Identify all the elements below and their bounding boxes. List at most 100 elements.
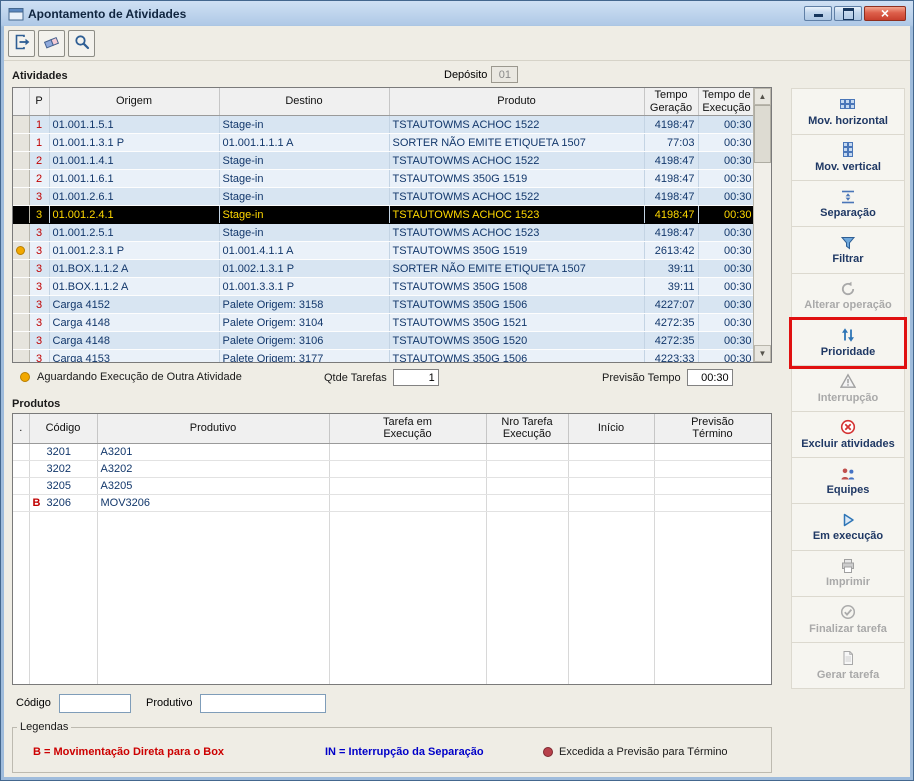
activity-row[interactable]: 3 Carga 4148 Palete Origem: 3104 TSTAUTO… xyxy=(13,313,756,333)
sidebar-button-prioridade[interactable]: Prioridade xyxy=(789,316,907,369)
qtde-tarefas-group: Qtde Tarefas xyxy=(324,369,439,386)
activity-row[interactable]: 1 01.001.1.5.1 Stage-in TSTAUTOWMS ACHOC… xyxy=(13,115,756,135)
activity-row[interactable]: 3 Carga 4148 Palete Origem: 3106 TSTAUTO… xyxy=(13,331,756,351)
tempo-geracao-cell: 4198:47 xyxy=(644,151,699,171)
activity-row[interactable]: 3 01.001.2.5.1 Stage-in TSTAUTOWMS ACHOC… xyxy=(13,223,756,243)
activity-row[interactable]: 3 01.001.2.6.1 Stage-in TSTAUTOWMS ACHOC… xyxy=(13,187,756,207)
sidebar-button-em-execucao[interactable]: Em execução xyxy=(792,504,904,551)
sidebar-button-label: Separação xyxy=(820,207,876,220)
row-selector-cell xyxy=(13,151,30,171)
activity-row[interactable]: 3 01.001.2.4.1 Stage-in TSTAUTOWMS ACHOC… xyxy=(13,205,756,225)
product-row[interactable]: 3202 A3202 xyxy=(13,460,771,478)
tempo-execucao-cell: 00:30 xyxy=(698,205,756,225)
vertical-scrollbar[interactable] xyxy=(753,88,771,362)
produto-cell: SORTER NÃO EMITE ETIQUETA 1507 xyxy=(389,133,645,153)
origem-cell: 01.001.1.3.1 P xyxy=(49,133,220,153)
activity-row[interactable]: 2 01.001.1.4.1 Stage-in TSTAUTOWMS ACHOC… xyxy=(13,151,756,171)
inicio-cell xyxy=(568,494,655,512)
codigo-cell: B 3206 xyxy=(29,494,98,512)
inicio-cell xyxy=(568,443,655,461)
deposito-label: Depósito xyxy=(444,68,488,81)
sidebar-button-filtrar[interactable]: Filtrar xyxy=(792,227,904,274)
row-selector-cell xyxy=(13,313,30,333)
minimize-button[interactable] xyxy=(804,6,832,21)
sidebar-button-excluir-atividades[interactable]: Excluir atividades xyxy=(792,412,904,459)
previsao-tempo-input[interactable] xyxy=(686,369,733,386)
codigo-value: 3201 xyxy=(46,445,71,458)
sidebar-button-mov-vertical[interactable]: Mov. vertical xyxy=(792,135,904,182)
activity-row[interactable]: 2 01.001.1.6.1 Stage-in TSTAUTOWMS 350G … xyxy=(13,169,756,189)
nro-tarefa-cell xyxy=(486,460,569,478)
codigo-filter-input[interactable] xyxy=(59,694,131,713)
title-bar[interactable]: Apontamento de Atividades xyxy=(4,1,910,26)
produtivo-filter-input[interactable] xyxy=(200,694,326,713)
legends-title: Legendas xyxy=(20,721,69,733)
destino-cell: Stage-in xyxy=(219,205,390,225)
sidebar-button-label: Prioridade xyxy=(820,345,876,358)
tempo-geracao-cell: 4223:33 xyxy=(644,349,699,362)
priority-cell: 3 xyxy=(29,349,50,362)
priority-cell: 3 xyxy=(29,313,50,333)
search-button[interactable] xyxy=(68,29,95,57)
row-selector-cell xyxy=(13,349,30,362)
product-row[interactable]: 3205 A3205 xyxy=(13,477,771,495)
products-table-body: 3201 A3201 3202 A3202 3205 A3205 B 3206 … xyxy=(13,443,771,512)
application-window: Apontamento de Atividades Atividades Dep… xyxy=(0,0,914,781)
tempo-execucao-cell: 00:30 xyxy=(698,151,756,171)
products-section-label: Produtos xyxy=(12,398,61,410)
deposito-group: Depósito xyxy=(444,66,519,83)
activity-row[interactable]: 1 01.001.1.3.1 P 01.001.1.1.1 A SORTER N… xyxy=(13,133,756,153)
toolbar xyxy=(4,26,910,61)
scroll-up-button[interactable] xyxy=(754,88,771,105)
qtde-tarefas-input[interactable] xyxy=(392,369,439,386)
column-header-destino: Destino xyxy=(219,88,390,117)
previsao-termino-cell xyxy=(654,460,771,478)
waiting-legend: Aguardando Execução de Outra Atividade xyxy=(20,371,242,383)
column-header-previsao-termino: Previsão Término xyxy=(654,414,771,444)
tempo-geracao-cell: 4227:07 xyxy=(644,295,699,315)
tempo-execucao-cell: 00:30 xyxy=(698,295,756,315)
product-row[interactable]: 3201 A3201 xyxy=(13,443,771,461)
status-row: Aguardando Execução de Outra Atividade Q… xyxy=(12,367,902,391)
produto-cell: TSTAUTOWMS ACHOC 1523 xyxy=(389,223,645,243)
produtivo-cell: A3201 xyxy=(97,443,330,461)
activity-row[interactable]: 3 Carga 4152 Palete Origem: 3158 TSTAUTO… xyxy=(13,295,756,315)
activities-header-row: Atividades Depósito xyxy=(12,61,902,85)
origem-cell: Carga 4148 xyxy=(49,313,220,333)
tempo-execucao-cell: 00:30 xyxy=(698,259,756,279)
row-selector-cell xyxy=(13,295,30,315)
scroll-thumb[interactable] xyxy=(754,105,771,163)
maximize-button[interactable] xyxy=(834,6,862,21)
sidebar-button-separacao[interactable]: Separação xyxy=(792,181,904,228)
activity-row[interactable]: 3 01.BOX.1.1.2 A 01.001.3.3.1 P TSTAUTOW… xyxy=(13,277,756,297)
previsao-termino-cell xyxy=(654,477,771,495)
filter-row: Código Produtivo xyxy=(12,693,902,717)
nro-tarefa-cell xyxy=(486,494,569,512)
origem-cell: Carga 4152 xyxy=(49,295,220,315)
product-row[interactable]: B 3206 MOV3206 xyxy=(13,494,771,512)
eraser-icon xyxy=(43,33,61,54)
previsao-termino-cell xyxy=(654,443,771,461)
inicio-cell xyxy=(568,460,655,478)
produtivo-cell: A3205 xyxy=(97,477,330,495)
clear-button[interactable] xyxy=(38,29,65,57)
tarefa-execucao-cell xyxy=(329,460,487,478)
priority-arrows-icon xyxy=(840,327,856,344)
tempo-geracao-cell: 77:03 xyxy=(644,133,699,153)
priority-cell: 3 xyxy=(29,187,50,207)
activity-row[interactable]: 3 Carga 4153 Palete Origem: 3177 TSTAUTO… xyxy=(13,349,756,362)
row-selector-cell xyxy=(13,277,30,297)
exit-button[interactable] xyxy=(8,29,35,57)
sidebar-button-mov-horizontal[interactable]: Mov. horizontal xyxy=(792,89,904,136)
sidebar-button-label: Interrupção xyxy=(817,391,879,404)
scroll-down-button[interactable] xyxy=(754,345,771,362)
sidebar-button-finalizar-tarefa: Finalizar tarefa xyxy=(792,596,904,643)
tempo-execucao-cell: 00:30 xyxy=(698,331,756,351)
search-icon xyxy=(73,33,91,54)
scroll-track[interactable] xyxy=(754,105,771,345)
sidebar-button-equipes[interactable]: Equipes xyxy=(792,458,904,505)
tarefa-execucao-cell xyxy=(329,494,487,512)
activity-row[interactable]: 3 01.001.2.3.1 P 01.001.4.1.1 A TSTAUTOW… xyxy=(13,241,756,261)
activity-row[interactable]: 3 01.BOX.1.1.2 A 01.002.1.3.1 P SORTER N… xyxy=(13,259,756,279)
close-button[interactable] xyxy=(864,6,906,21)
